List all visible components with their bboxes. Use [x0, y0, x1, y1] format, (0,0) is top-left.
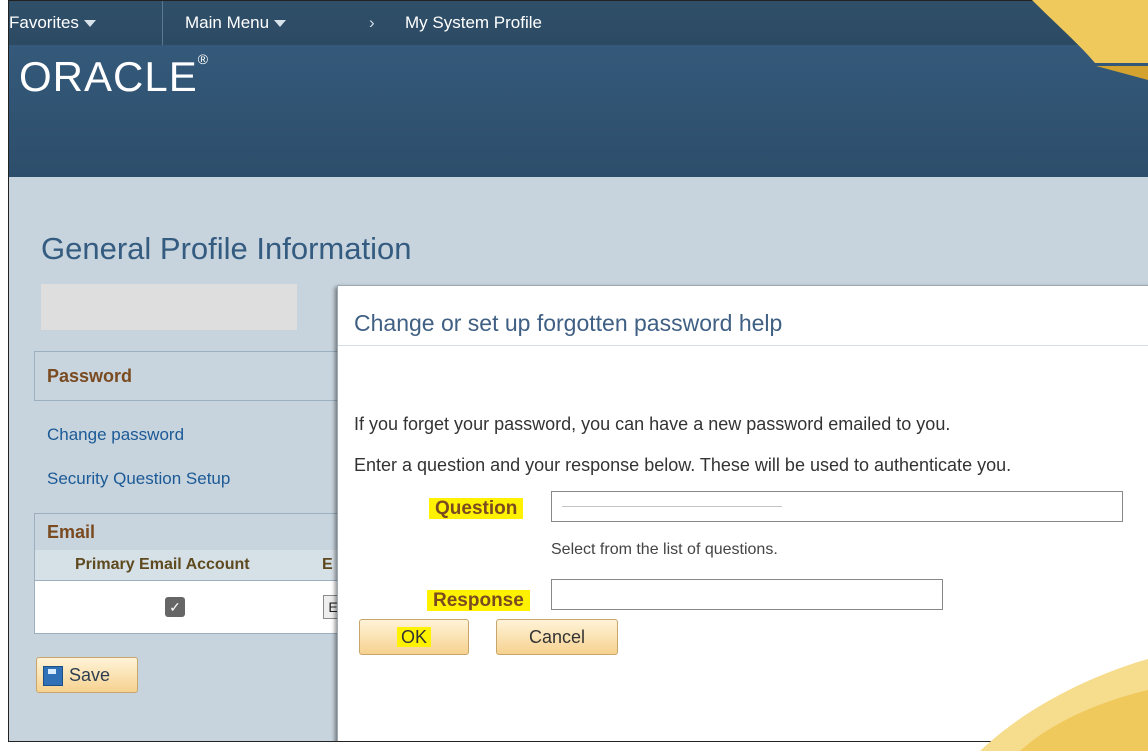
email-table-row: ✓ E	[34, 581, 346, 634]
security-question-setup-link[interactable]: Security Question Setup	[47, 469, 230, 489]
favorites-menu[interactable]: Favorites	[9, 13, 96, 33]
dialog-info-line-2: Enter a question and your response below…	[354, 455, 1012, 475]
main-menu-label: Main Menu	[185, 13, 270, 32]
profile-name-placeholder	[41, 284, 297, 330]
ok-button[interactable]: OK	[359, 619, 469, 655]
caret-down-icon	[274, 20, 287, 28]
cancel-button[interactable]: Cancel	[496, 619, 618, 655]
profile-window: Favorites Main Menu › My System Profile …	[8, 0, 1148, 742]
favorites-label: Favorites	[9, 13, 79, 32]
primary-email-account-header: Primary Email Account	[75, 556, 250, 573]
ok-label: OK	[396, 627, 431, 647]
checkbox-checked-icon[interactable]: ✓	[165, 597, 185, 617]
response-input[interactable]	[551, 579, 943, 610]
change-password-link[interactable]: Change password	[47, 425, 184, 445]
breadcrumb-separator: ›	[369, 13, 375, 32]
question-label-text: Question	[429, 498, 524, 519]
password-section-title: Password	[47, 366, 133, 386]
registered-mark: ®	[197, 51, 210, 67]
password-section-header: Password	[34, 351, 346, 401]
question-select[interactable]	[551, 491, 1123, 522]
breadcrumb-my-system-profile[interactable]: My System Profile	[405, 13, 542, 33]
response-label: Response	[427, 590, 530, 612]
cancel-label: Cancel	[528, 627, 586, 647]
main-menu[interactable]: Main Menu	[185, 13, 287, 33]
email-section-header: Email	[34, 513, 346, 551]
question-hint: Select from the list of questions.	[551, 541, 778, 558]
email-table-header: Primary Email Account E	[34, 550, 346, 581]
forgotten-password-dialog: Change or set up forgotten password help…	[337, 285, 1148, 741]
question-label: Question	[429, 498, 524, 520]
save-disk-icon	[43, 666, 63, 686]
top-navigation-bar: Favorites Main Menu › My System Profile	[9, 1, 1148, 45]
logo-text: ORACLE	[19, 53, 198, 100]
dialog-title: Change or set up forgotten password help	[354, 310, 783, 336]
save-label: Save	[69, 665, 111, 685]
email-column-header: E	[322, 556, 333, 573]
question-placeholder-line	[562, 506, 782, 507]
dialog-info-line-1: If you forget your password, you can hav…	[354, 414, 951, 434]
dialog-divider	[338, 345, 1148, 346]
nav-divider	[162, 1, 163, 45]
response-label-text: Response	[427, 590, 530, 611]
page-title: General Profile Information	[41, 231, 412, 266]
oracle-logo: ORACLE®	[19, 51, 210, 101]
save-button[interactable]: Save	[36, 657, 138, 693]
email-section-title: Email	[47, 522, 96, 542]
caret-down-icon	[83, 20, 96, 28]
